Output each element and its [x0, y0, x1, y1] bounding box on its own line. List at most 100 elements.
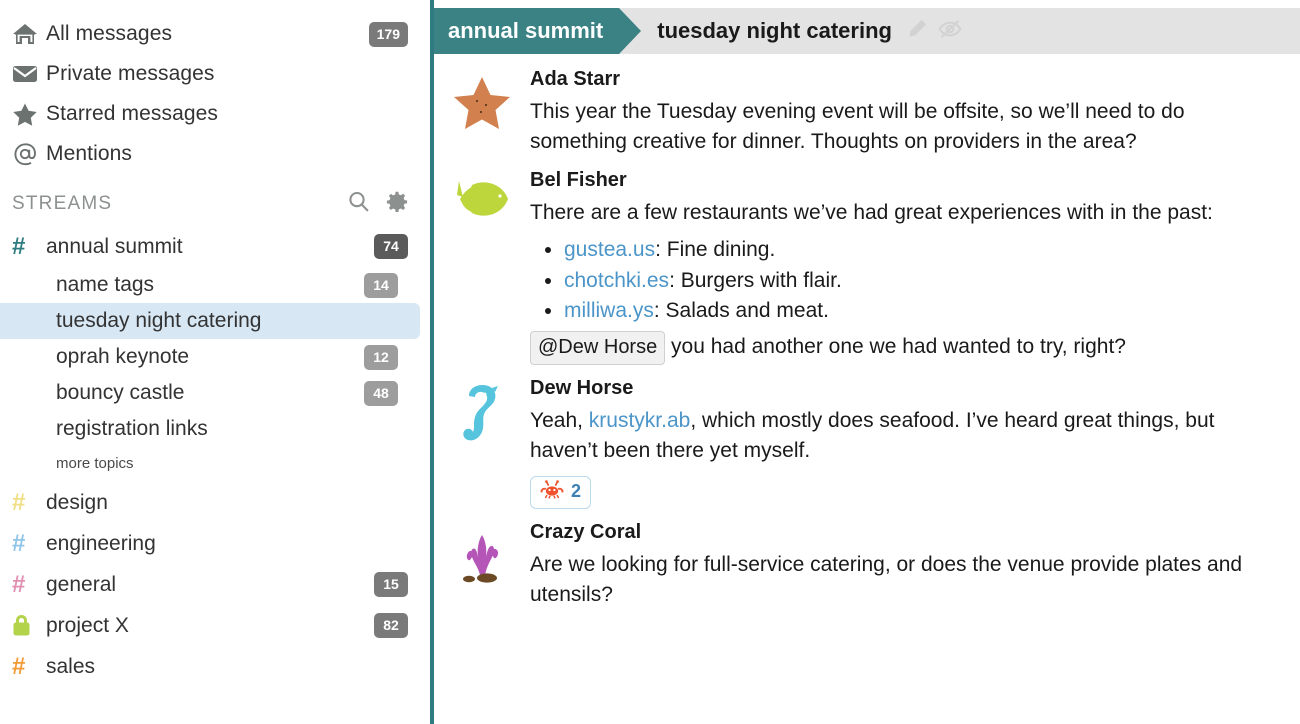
message-body: Crazy Coral Are we looking for full-serv…: [530, 521, 1282, 610]
topic-label: name tags: [56, 273, 155, 296]
eye-slash-icon[interactable]: [938, 18, 962, 45]
unread-badge: 74: [374, 234, 408, 259]
crab-icon: [540, 479, 564, 504]
sidebar-stream-sales[interactable]: # sales: [0, 646, 430, 687]
stream-label: engineering: [46, 531, 156, 555]
zulip-app: All messages 179 Private messages Starre…: [0, 0, 1300, 724]
message-text: There are a few restaurants we’ve had gr…: [530, 200, 1213, 224]
topic-bar: annual summit tuesday night catering: [434, 8, 1300, 54]
unread-badge: 48: [364, 380, 398, 406]
avatar[interactable]: [434, 68, 530, 157]
message-text: Are we looking for full-service catering…: [530, 552, 1243, 606]
sidebar-topic-tuesday-night-catering[interactable]: tuesday night catering: [0, 303, 420, 339]
sidebar-topic-bouncy-castle[interactable]: bouncy castle 48: [0, 375, 420, 411]
topic-label: registration links: [56, 417, 208, 440]
unread-badge: 82: [374, 613, 408, 638]
avatar[interactable]: [434, 521, 530, 610]
sidebar-item-label: Private messages: [46, 62, 215, 85]
sidebar-stream-annual-summit[interactable]: # annual summit 74: [0, 226, 430, 267]
unread-badge: 14: [364, 272, 398, 298]
sidebar-topic-oprah-keynote[interactable]: oprah keynote 12: [0, 339, 420, 375]
message-row: Bel Fisher There are a few restaurants w…: [434, 169, 1282, 378]
list-item: milliwa.ys: Salads and meat.: [564, 296, 1270, 326]
message-sender[interactable]: Ada Starr: [530, 68, 1270, 91]
link-gustea[interactable]: gustea.us: [564, 238, 655, 261]
avatar[interactable]: [434, 169, 530, 366]
hash-icon: #: [12, 232, 26, 260]
unread-badge: 15: [374, 572, 408, 597]
stream-label: design: [46, 490, 108, 514]
avatar[interactable]: [434, 377, 530, 509]
sidebar-item-all-messages[interactable]: All messages 179: [0, 14, 430, 54]
gear-icon[interactable]: [386, 191, 408, 218]
home-icon: [12, 22, 46, 46]
user-mention-dew-horse[interactable]: @Dew Horse: [530, 330, 666, 366]
sidebar-stream-design[interactable]: # design: [0, 482, 430, 523]
message-sender[interactable]: Dew Horse: [530, 377, 1270, 400]
list-item-text: : Fine dining.: [655, 238, 776, 262]
sidebar-topic-registration-links[interactable]: registration links: [0, 411, 420, 447]
sidebar-item-label: Mentions: [46, 142, 133, 165]
topic-label: oprah keynote: [56, 345, 190, 368]
list-item: chotchki.es: Burgers with flair.: [564, 266, 1270, 296]
message-text: Yeah, krustykr.ab, which mostly does sea…: [530, 406, 1270, 466]
lock-icon: [12, 614, 46, 637]
message-sender[interactable]: Crazy Coral: [530, 521, 1270, 544]
message-list: Ada Starr This year the Tuesday evening …: [434, 54, 1300, 621]
sidebar-item-label: Starred messages: [46, 102, 219, 125]
sidebar-item-label: All messages: [46, 22, 173, 45]
reaction-count: 2: [571, 481, 582, 502]
link-milliwa[interactable]: milliwa.ys: [564, 299, 654, 322]
stream-label: project X: [46, 613, 129, 637]
sidebar-topic-name-tags[interactable]: name tags 14: [0, 267, 420, 303]
message-text: This year the Tuesday evening event will…: [530, 100, 1185, 153]
list-item: gustea.us: Fine dining.: [564, 235, 1270, 265]
topic-label: tuesday night catering: [56, 309, 262, 332]
sidebar-item-starred-messages[interactable]: Starred messages: [0, 94, 430, 134]
unread-badge: 179: [368, 21, 408, 47]
starfish-icon: [451, 74, 513, 132]
topic-bar-topic[interactable]: tuesday night catering: [619, 8, 892, 54]
stream-label: sales: [46, 654, 96, 678]
sidebar-item-private-messages[interactable]: Private messages: [0, 54, 430, 94]
streams-header: STREAMS: [0, 174, 430, 226]
restaurant-list: gustea.us: Fine dining. chotchki.es: Bur…: [530, 235, 1270, 326]
topic-bar-actions: [892, 8, 962, 54]
message-pane: annual summit tuesday night catering Ada…: [430, 0, 1300, 724]
coral-icon: [452, 527, 512, 585]
fish-icon: [450, 175, 514, 227]
seahorse-icon: [459, 383, 505, 445]
message-row: Crazy Coral Are we looking for full-serv…: [434, 521, 1282, 622]
sidebar-item-mentions[interactable]: Mentions: [0, 134, 430, 174]
at-icon: [12, 141, 46, 167]
stream-label: annual summit: [46, 234, 183, 258]
more-topics-link[interactable]: more topics: [0, 447, 430, 482]
link-krustykrab[interactable]: krustykr.ab: [589, 409, 691, 432]
message-body: Ada Starr This year the Tuesday evening …: [530, 68, 1282, 157]
list-item-text: : Salads and meat.: [653, 299, 829, 323]
pencil-icon[interactable]: [906, 18, 928, 45]
link-chotchki[interactable]: chotchki.es: [564, 269, 669, 292]
message-body: Bel Fisher There are a few restaurants w…: [530, 169, 1282, 366]
hash-icon: #: [12, 529, 26, 557]
unread-badge: 12: [364, 344, 398, 370]
topic-label: bouncy castle: [56, 381, 185, 404]
sidebar-stream-general[interactable]: # general 15: [0, 564, 430, 605]
emoji-reaction[interactable]: 2: [530, 475, 592, 509]
left-sidebar: All messages 179 Private messages Starre…: [0, 0, 430, 724]
sidebar-stream-engineering[interactable]: # engineering: [0, 523, 430, 564]
sidebar-stream-project-x[interactable]: project X 82: [0, 605, 430, 646]
message-row: Dew Horse Yeah, krustykr.ab, which mostl…: [434, 377, 1282, 521]
mention-trailing-text: you had another one we had wanted to try…: [665, 334, 1126, 358]
stream-label: general: [46, 572, 117, 596]
mention-line: @Dew Horse you had another one we had wa…: [530, 330, 1270, 366]
topic-bar-stream[interactable]: annual summit: [434, 8, 642, 54]
message-body: Dew Horse Yeah, krustykr.ab, which mostl…: [530, 377, 1282, 509]
hash-icon: #: [12, 570, 26, 598]
search-icon[interactable]: [347, 190, 370, 218]
hash-icon: #: [12, 652, 26, 680]
envelope-icon: [12, 64, 46, 84]
streams-title: STREAMS: [12, 193, 113, 214]
message-row: Ada Starr This year the Tuesday evening …: [434, 68, 1282, 169]
message-sender[interactable]: Bel Fisher: [530, 169, 1270, 192]
